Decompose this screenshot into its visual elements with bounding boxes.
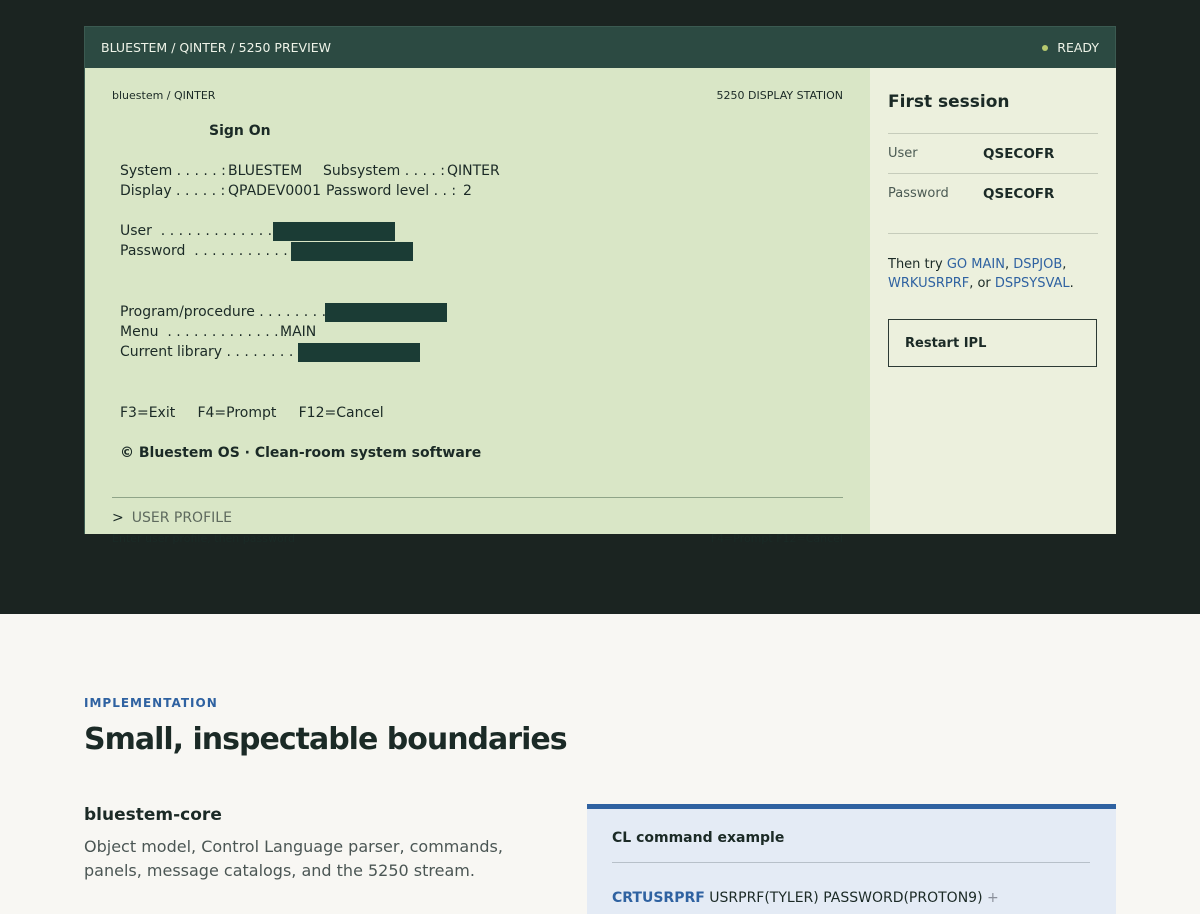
user-label: User . . . . . . . . . . . . . . [120,223,281,239]
copyright-line: © Bluestem OS · Clean-room system softwa… [120,445,482,461]
status-indicator: READY [1042,40,1099,55]
next-steps-note: Then try GO MAIN, DSPJOB, WRKUSRPRF, or … [888,233,1098,293]
screen-path: bluestem / QINTER [112,89,216,102]
restart-ipl-button[interactable]: Restart IPL [888,319,1097,367]
subsystem-value: QINTER [447,163,500,179]
note-separator: , or [969,276,995,291]
code-divider [612,862,1090,863]
implementation-section: IMPLEMENTATION Small, inspectable bounda… [0,614,1200,914]
component-title: bluestem-core [84,805,222,825]
code-example-card: CL command example CRTUSRPRF USRPRF(TYLE… [587,804,1116,914]
credential-row-user: User QSECOFR [888,133,1098,173]
command-hint-keys: F4=Prompt F12=Cancel [710,532,843,545]
sign-on-title: Sign On [209,123,271,139]
link-dspsysval[interactable]: DSPSYSVAL [995,276,1070,291]
password-level-label: Password level . . : [326,183,457,199]
link-wrkusrprf[interactable]: WRKUSRPRF [888,276,969,291]
section-eyebrow: IMPLEMENTATION [84,696,218,710]
password-input[interactable] [291,242,413,261]
subsystem-label: Subsystem . . . . : [323,163,446,179]
command-divider [112,497,843,498]
display-label: Display . . . . . : [120,183,226,199]
credential-value: QSECOFR [983,145,1055,162]
credential-value: QSECOFR [983,185,1055,202]
note-prefix: Then try [888,257,947,272]
code-example-title: CL command example [612,830,785,846]
program-input[interactable] [325,303,447,322]
note-separator: , [1004,257,1014,272]
note-end: . [1069,276,1074,291]
program-label: Program/procedure . . . . . . . . [120,304,327,320]
library-input[interactable] [298,343,420,362]
password-label: Password . . . . . . . . . . . . [120,243,297,259]
link-go-main[interactable]: GO MAIN [947,257,1005,272]
panel-title: First session [888,92,1010,112]
window-breadcrumb: BLUESTEM / QINTER / 5250 PREVIEW [101,40,332,55]
command-input[interactable]: USER PROFILE [132,510,232,526]
credential-label: User [888,146,918,161]
function-keys: F3=Exit F4=Prompt F12=Cancel [120,405,384,421]
code-continuation: + [987,890,999,906]
note-separator: , [1062,257,1067,272]
menu-value[interactable]: MAIN [280,322,316,342]
command-line[interactable]: > USER PROFILE [112,510,232,526]
hero-section: BLUESTEM / QINTER / 5250 PREVIEW READY b… [0,0,1200,614]
first-session-panel: First session User QSECOFR Password QSEC… [870,68,1116,534]
terminal-window: BLUESTEM / QINTER / 5250 PREVIEW READY b… [84,26,1116,545]
credential-label: Password [888,186,949,201]
system-label: System . . . . . : [120,163,226,179]
display-screen: bluestem / QINTER 5250 DISPLAY STATION S… [85,68,870,545]
code-line: CRTUSRPRF USRPRF(TYLER) PASSWORD(PROTON9… [612,890,999,906]
code-command: CRTUSRPRF [612,890,705,906]
window-titlebar: BLUESTEM / QINTER / 5250 PREVIEW READY [85,27,1115,68]
link-dspjob[interactable]: DSPJOB [1013,257,1062,272]
component-description: Object model, Control Language parser, c… [84,837,503,880]
display-value: QPADEV0001 [228,183,321,199]
menu-label: Menu . . . . . . . . . . . . . . [120,324,288,340]
prompt-symbol: > [112,510,124,526]
system-value: BLUESTEM [228,163,303,179]
display-station-label: 5250 DISPLAY STATION [716,89,843,102]
section-heading: Small, inspectable boundaries [84,722,568,757]
user-input[interactable] [273,222,395,241]
library-label: Current library . . . . . . . . . [120,344,303,360]
password-level-value: 2 [463,183,472,199]
command-hint: Enter user profile, then password [112,532,295,545]
status-text: READY [1057,40,1099,55]
credential-row-password: Password QSECOFR [888,173,1098,213]
status-dot-icon [1042,44,1049,51]
code-arguments: USRPRF(TYLER) PASSWORD(PROTON9) [709,890,983,906]
